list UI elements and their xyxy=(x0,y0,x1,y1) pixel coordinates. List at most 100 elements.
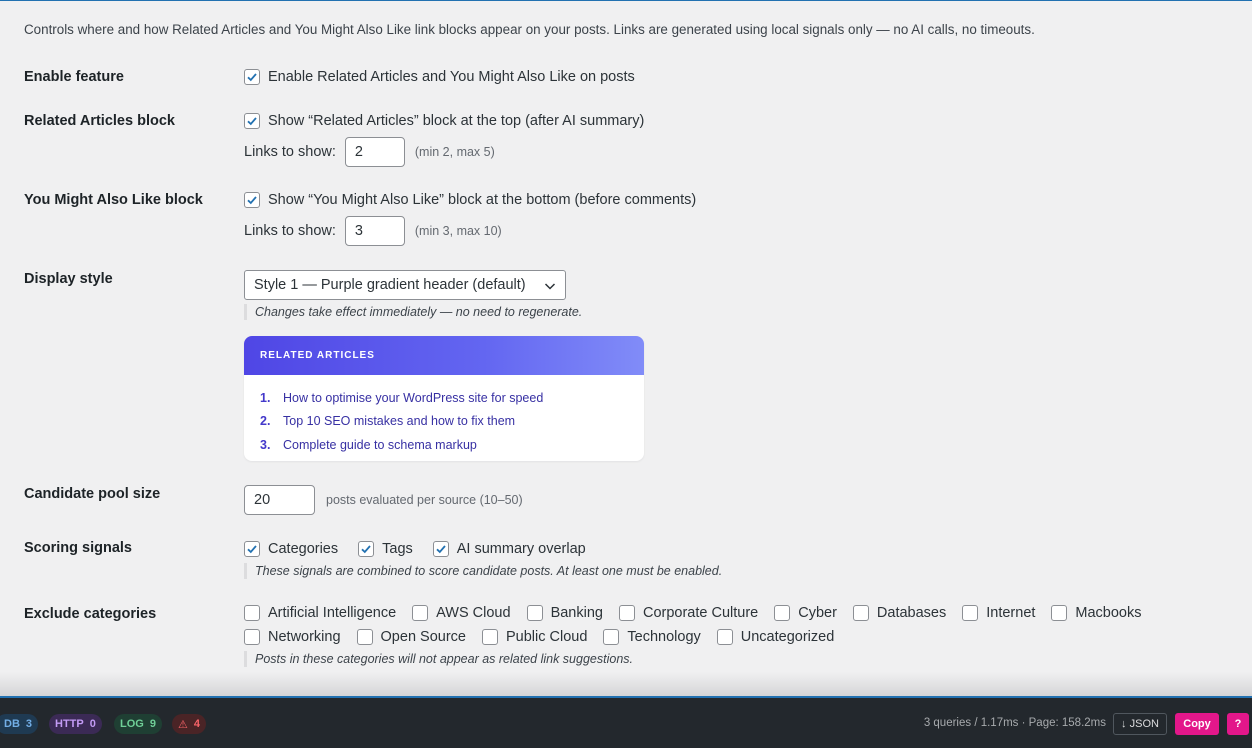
http-label: HTTP xyxy=(55,718,84,730)
http-requests-button[interactable]: HTTP 0 xyxy=(49,714,102,734)
ymal-label: You Might Also Like block xyxy=(24,192,203,208)
exclude-categories-row-2: Networking Open Source Public Cloud Tech… xyxy=(244,629,834,645)
exclude-category-label: Corporate Culture xyxy=(642,605,759,621)
scoring-signals-row: Categories Tags AI summary overlap xyxy=(244,541,586,557)
exclude-category-label: Uncategorized xyxy=(740,629,835,645)
signal-tags-label: Tags xyxy=(382,541,413,557)
download-json-button[interactable]: ↓ JSON xyxy=(1113,713,1167,735)
exclude-category-checkbox[interactable] xyxy=(412,605,429,621)
related-links-row: Links to show: 2 (min 2, max 5) xyxy=(244,137,495,167)
related-articles-label: Related Articles block xyxy=(24,113,175,129)
display-style-select[interactable]: Style 1 — Purple gradient header (defaul… xyxy=(244,270,566,300)
signal-ai-overlap-checkbox[interactable] xyxy=(432,541,449,557)
exclude-category-checkbox[interactable] xyxy=(244,605,260,621)
preview-item-link[interactable]: Top 10 SEO mistakes and how to fix them xyxy=(283,414,515,428)
warnings-button[interactable]: ⚠ 4 xyxy=(172,714,206,734)
exclude-category-checkbox[interactable] xyxy=(526,605,543,621)
warnings-count: 4 xyxy=(193,718,200,730)
preview-item-link[interactable]: Complete guide to schema markup xyxy=(283,438,477,452)
preview-item: 3. Complete guide to schema markup xyxy=(260,433,628,457)
signal-ai-overlap-label: AI summary overlap xyxy=(456,541,586,557)
related-links-input[interactable]: 2 xyxy=(344,137,405,167)
exclude-category-checkbox[interactable] xyxy=(244,629,260,645)
enable-feature-checkbox[interactable] xyxy=(244,69,260,85)
exclude-category-checkbox[interactable] xyxy=(962,605,979,621)
related-articles-checkbox[interactable] xyxy=(244,113,260,129)
exclude-category-label: Internet xyxy=(986,605,1036,621)
candidate-pool-label: Candidate pool size xyxy=(24,486,161,502)
ymal-links-row: Links to show: 3 (min 3, max 10) xyxy=(244,216,502,246)
candidate-pool-row: 20 posts evaluated per source (10–50) xyxy=(244,485,523,515)
help-button[interactable]: ? xyxy=(1227,713,1249,735)
db-queries-button[interactable]: DB 3 xyxy=(0,714,39,734)
log-button[interactable]: LOG 9 xyxy=(114,714,162,734)
exclude-categories-label: Exclude categories xyxy=(24,606,157,622)
log-count: 9 xyxy=(149,718,156,730)
http-count: 0 xyxy=(89,718,96,730)
enable-feature-checkbox-label: Enable Related Articles and You Might Al… xyxy=(268,69,635,85)
exclude-category-label: Networking xyxy=(268,629,341,645)
preview-header: RELATED ARTICLES xyxy=(244,336,644,375)
scroll-shadow xyxy=(0,672,1252,696)
preview-item-number: 1. xyxy=(260,390,271,405)
exclude-category-checkbox[interactable] xyxy=(852,605,869,621)
enable-feature-row[interactable]: Enable Related Articles and You Might Al… xyxy=(244,69,635,85)
exclude-category-label: Artificial Intelligence xyxy=(268,605,397,621)
performance-stats: 3 queries / 1.17ms · Page: 158.2ms xyxy=(923,717,1106,729)
exclude-category-label: Public Cloud xyxy=(505,629,588,645)
display-style-selected: Style 1 — Purple gradient header (defaul… xyxy=(254,277,526,293)
section-intro: Controls where and how Related Articles … xyxy=(24,22,1035,37)
db-label: DB xyxy=(4,718,20,730)
warning-icon: ⚠ xyxy=(178,718,188,731)
candidate-pool-hint: posts evaluated per source (10–50) xyxy=(326,493,523,507)
ymal-checkbox-label: Show “You Might Also Like” block at the … xyxy=(268,192,697,208)
ymal-checkbox[interactable] xyxy=(244,192,260,208)
copy-button[interactable]: Copy xyxy=(1175,713,1219,735)
related-articles-row[interactable]: Show “Related Articles” block at the top… xyxy=(244,113,644,129)
exclude-categories-note: Posts in these categories will not appea… xyxy=(244,651,633,667)
related-links-hint: (min 2, max 5) xyxy=(414,145,495,159)
top-accent-line xyxy=(0,0,1252,1)
exclude-category-checkbox[interactable] xyxy=(618,605,635,621)
exclude-category-checkbox[interactable] xyxy=(1051,605,1068,621)
preview-item: 2. Top 10 SEO mistakes and how to fix th… xyxy=(260,410,628,434)
exclude-category-checkbox[interactable] xyxy=(603,629,620,645)
exclude-category-checkbox[interactable] xyxy=(356,629,373,645)
scoring-signals-note: These signals are combined to score cand… xyxy=(244,563,722,579)
exclude-category-label: Macbooks xyxy=(1075,605,1142,621)
exclude-category-label: Banking xyxy=(550,605,603,621)
exclude-category-label: Technology xyxy=(627,629,701,645)
exclude-category-label: Cyber xyxy=(798,605,837,621)
signal-categories-checkbox[interactable] xyxy=(244,541,260,557)
display-style-label: Display style xyxy=(24,271,113,287)
preview-item: 1. How to optimise your WordPress site f… xyxy=(260,386,628,410)
enable-feature-label: Enable feature xyxy=(24,69,124,85)
related-articles-preview: RELATED ARTICLES 1. How to optimise your… xyxy=(244,336,644,461)
db-count: 3 xyxy=(25,718,33,730)
exclude-category-checkbox[interactable] xyxy=(481,629,498,645)
ymal-links-hint: (min 3, max 10) xyxy=(414,224,502,238)
related-links-label: Links to show: xyxy=(244,144,336,160)
debug-toolbar: DB 3 HTTP 0 LOG 9 ⚠ 4 3 queries / 1.17ms… xyxy=(0,696,1252,748)
ymal-row[interactable]: Show “You Might Also Like” block at the … xyxy=(244,192,696,208)
signal-categories-label: Categories xyxy=(268,541,339,557)
preview-list: 1. How to optimise your WordPress site f… xyxy=(244,375,644,457)
related-articles-checkbox-label: Show “Related Articles” block at the top… xyxy=(268,113,645,129)
exclude-categories-row-1: Artificial Intelligence AWS Cloud Bankin… xyxy=(244,605,1142,621)
preview-item-number: 3. xyxy=(260,437,271,452)
exclude-category-label: Databases xyxy=(876,605,947,621)
ymal-links-input[interactable]: 3 xyxy=(344,216,405,246)
preview-item-number: 2. xyxy=(260,414,271,429)
ymal-links-label: Links to show: xyxy=(244,223,336,239)
signal-tags-checkbox[interactable] xyxy=(358,541,375,557)
preview-item-link[interactable]: How to optimise your WordPress site for … xyxy=(283,391,543,405)
exclude-category-label: Open Source xyxy=(380,629,466,645)
log-label: LOG xyxy=(120,718,144,730)
candidate-pool-input[interactable]: 20 xyxy=(244,485,315,515)
exclude-category-checkbox[interactable] xyxy=(774,605,791,621)
exclude-category-label: AWS Cloud xyxy=(436,605,511,621)
exclude-category-checkbox[interactable] xyxy=(716,629,733,645)
chevron-down-icon xyxy=(544,283,556,290)
scoring-signals-label: Scoring signals xyxy=(24,540,132,556)
display-style-note: Changes take effect immediately — no nee… xyxy=(244,304,582,320)
